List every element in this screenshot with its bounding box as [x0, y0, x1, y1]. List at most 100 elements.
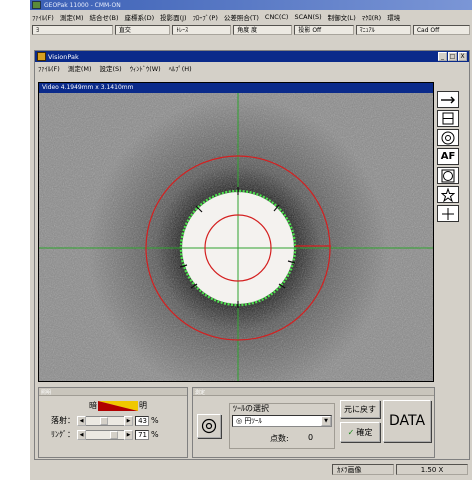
circle-tool-button[interactable] — [437, 129, 459, 146]
crosshair-tool-button[interactable] — [437, 205, 459, 222]
visionpak-titlebar: VisionPak _ □ X — [35, 51, 469, 62]
menu-projection[interactable]: 投影面(J) — [160, 12, 187, 22]
fall-right-arrow[interactable]: ▶ — [124, 415, 133, 426]
close-button[interactable]: X — [458, 52, 467, 61]
menu-macro[interactable]: ﾏｸﾛ(R) — [362, 12, 381, 22]
data-label: DATA — [388, 413, 426, 429]
vp-menu-help[interactable]: ﾍﾙﾌﾟ(H) — [169, 63, 192, 73]
ring-thumb[interactable] — [110, 430, 118, 439]
ring-left-arrow[interactable]: ◀ — [77, 429, 86, 440]
menu-cnc[interactable]: CNC(C) — [265, 13, 289, 21]
mode-cell-4: 角度 度 — [233, 25, 293, 35]
chevron-down-icon[interactable]: ▼ — [321, 416, 331, 426]
fall-value[interactable]: 43 — [135, 415, 149, 426]
points-value: 0 — [308, 433, 314, 442]
lighting-panel: 照明 暗 明 落射： ◀ ▶ 43 % ﾘﾝｸﾞ： ◀ ▶ 71 % — [38, 387, 188, 458]
menu-control[interactable]: 制御文(L) — [328, 12, 356, 22]
visionpak-icon — [37, 52, 46, 61]
star-icon — [441, 187, 455, 202]
points-label: 点数: — [270, 434, 289, 443]
dark-label: 暗 — [89, 401, 97, 410]
target-circle-icon — [201, 418, 217, 434]
main-window: GEOPak 11000 - CMM-ON ﾌｧｲﾙ(F) 測定(M) 結合せ(… — [30, 0, 472, 480]
line-tool-button[interactable] — [437, 91, 459, 108]
menu-coordinate[interactable]: 座標系(D) — [125, 12, 155, 22]
menu-file[interactable]: ﾌｧｲﾙ(F) — [32, 12, 54, 22]
autofocus-button[interactable]: AF — [437, 148, 459, 165]
ring-track[interactable] — [86, 429, 124, 440]
box-circle-icon — [441, 169, 455, 182]
visionpak-title: VisionPak — [48, 52, 79, 61]
zoom-status: 1.50 X — [396, 463, 468, 475]
mode-cell-3: ﾄﾚｰｽ — [172, 25, 232, 35]
selected-tool-value: ◎ 円ﾂｰﾙ — [236, 417, 262, 425]
maximize-button[interactable]: □ — [448, 52, 457, 61]
tool-select-group: ﾂｰﾙの選択 ◎ 円ﾂｰﾙ ▼ 点数: 0 — [229, 403, 335, 449]
status-bar: ｶﾒﾗ画像 1.50 X — [30, 462, 472, 476]
circle-tool-icon — [441, 131, 455, 144]
video-view[interactable]: Video 4.1949mm x 3.1410mm — [38, 82, 434, 382]
main-menubar: ﾌｧｲﾙ(F) 測定(M) 結合せ(B) 座標系(D) 投影面(J) ﾌﾛｰﾌﾞ… — [30, 10, 472, 24]
ring-light-row: ﾘﾝｸﾞ： ◀ ▶ 71 % — [51, 429, 159, 440]
app-title: GEOPak 11000 - CMM-ON — [44, 1, 121, 9]
fall-unit: % — [151, 416, 159, 425]
undo-button[interactable]: 元に戻す — [340, 400, 380, 418]
video-label: Video 4.1949mm x 3.1410mm — [39, 83, 433, 93]
tool-panel-header: 測定 — [193, 388, 434, 396]
tool-header-label: 測定 — [195, 390, 206, 396]
vp-menu-settings[interactable]: 設定(S) — [100, 63, 122, 73]
camera-status: ｶﾒﾗ画像 — [332, 463, 394, 475]
width-tool-button[interactable] — [437, 110, 459, 127]
width-icon — [442, 112, 454, 125]
data-button[interactable]: DATA — [383, 400, 431, 442]
circle-measure-button[interactable] — [197, 414, 221, 438]
ring-light-slider[interactable]: ◀ ▶ — [77, 429, 133, 440]
mode-status-row: ﾖ 直交 ﾄﾚｰｽ 角度 度 投影 Off ﾏﾆｭｱﾙ Cad Off — [30, 24, 472, 36]
ring-unit: % — [151, 430, 159, 439]
confirm-button[interactable]: ✓ 確定 — [340, 422, 380, 442]
tool-strip: AF — [437, 91, 467, 222]
mode-cell-2: 直交 — [114, 25, 171, 35]
mode-cell-7: Cad Off — [412, 25, 471, 35]
brightness-scale: 暗 明 — [89, 400, 147, 411]
tool-panel: 測定 ﾂｰﾙの選択 ◎ 円ﾂｰﾙ ▼ 点数: 0 元に戻す ✓ 確定 DATA — [192, 387, 435, 458]
fall-label: 落射： — [51, 416, 75, 425]
tool-select-dropdown[interactable]: ◎ 円ﾂｰﾙ ▼ — [232, 415, 332, 427]
menu-tolerance[interactable]: 公差照合(T) — [224, 12, 259, 22]
ring-right-arrow[interactable]: ▶ — [124, 429, 133, 440]
star-tool-button[interactable] — [437, 186, 459, 203]
tool-select-label: ﾂｰﾙの選択 — [233, 404, 269, 413]
fall-thumb[interactable] — [100, 416, 108, 425]
af-label: AF — [440, 151, 456, 162]
menu-measure[interactable]: 測定(M) — [60, 12, 84, 22]
brightness-gradient — [98, 400, 138, 411]
app-icon — [32, 1, 41, 9]
box-circle-tool-button[interactable] — [437, 167, 459, 184]
confirm-label: 確定 — [356, 427, 373, 437]
undo-label: 元に戻す — [344, 404, 376, 414]
fall-light-slider[interactable]: ◀ ▶ — [77, 415, 133, 426]
menu-combine[interactable]: 結合せ(B) — [90, 12, 119, 22]
minimize-button[interactable]: _ — [438, 52, 447, 61]
mode-cell-1: ﾖ — [32, 25, 113, 35]
vp-menu-window[interactable]: ｳｨﾝﾄﾞｳ(W) — [130, 63, 161, 73]
crosshair-icon — [442, 207, 454, 220]
camera-image[interactable] — [39, 83, 434, 382]
vp-menu-file[interactable]: ﾌｧｲﾙ(F) — [38, 63, 60, 73]
visionpak-window: VisionPak _ □ X ﾌｧｲﾙ(F) 測定(M) 設定(S) ｳｨﾝﾄ… — [34, 50, 470, 460]
fall-track[interactable] — [86, 415, 124, 426]
menu-scan[interactable]: SCAN(S) — [294, 13, 321, 21]
main-titlebar: GEOPak 11000 - CMM-ON — [30, 0, 472, 10]
fall-left-arrow[interactable]: ◀ — [77, 415, 86, 426]
menu-environment[interactable]: 環境 — [387, 12, 400, 22]
arrow-right-icon — [441, 96, 455, 103]
visionpak-menubar: ﾌｧｲﾙ(F) 測定(M) 設定(S) ｳｨﾝﾄﾞｳ(W) ﾍﾙﾌﾟ(H) — [35, 62, 469, 74]
menu-probe[interactable]: ﾌﾛｰﾌﾞ(P) — [193, 12, 218, 22]
ring-value[interactable]: 71 — [135, 429, 149, 440]
lighting-panel-header: 照明 — [39, 388, 187, 396]
mode-cell-5: 投影 Off — [294, 25, 354, 35]
ring-label: ﾘﾝｸﾞ： — [51, 430, 75, 439]
lighting-header-label: 照明 — [41, 390, 52, 396]
fall-light-row: 落射： ◀ ▶ 43 % — [51, 415, 159, 426]
vp-menu-measure[interactable]: 測定(M) — [68, 63, 92, 73]
